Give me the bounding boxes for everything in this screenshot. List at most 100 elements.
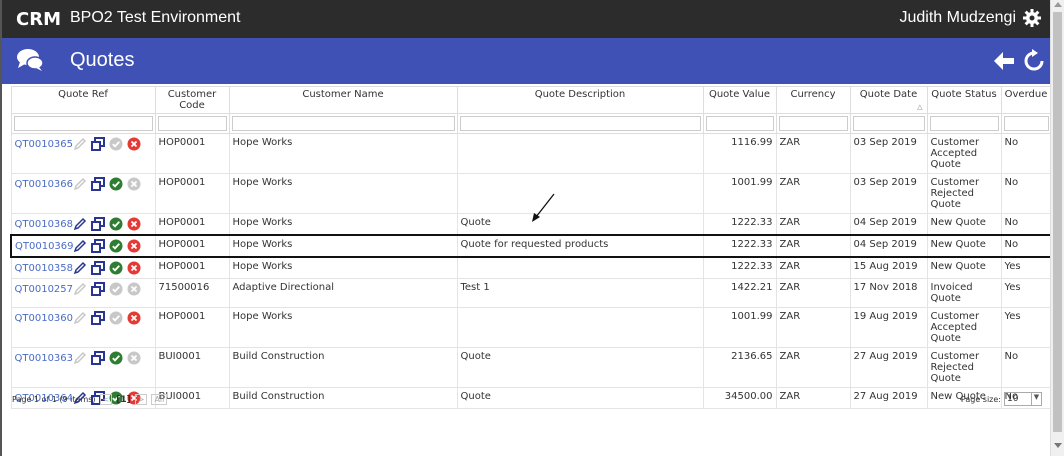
col-header-quote-date[interactable]: Quote Date △ xyxy=(849,86,928,114)
edit-pencil-icon xyxy=(73,351,86,365)
quote-description-cell: Test 1 xyxy=(456,278,704,308)
filter-input-customer-code[interactable] xyxy=(157,116,227,131)
reject-x-icon xyxy=(127,177,140,191)
edit-pencil-icon xyxy=(73,177,86,191)
table-row[interactable]: QT0010369 HOP0001 Hope Works Quote for requ… xyxy=(10,234,1052,258)
back-arrow-icon[interactable] xyxy=(992,49,1016,73)
currency-cell: ZAR xyxy=(775,173,851,214)
prev-page-button[interactable]: < xyxy=(99,394,113,405)
customer-name-cell: Hope Works xyxy=(228,256,458,279)
copy-icon[interactable] xyxy=(91,239,105,253)
overdue-cell: No xyxy=(1000,133,1052,174)
table-row[interactable]: QT0010360 HOP0001 Hope Works 1001.99 ZAR 19 A… xyxy=(10,307,1052,348)
copy-icon[interactable] xyxy=(90,137,105,151)
next-page-button[interactable]: > xyxy=(134,394,148,405)
quote-ref-cell: QT0010366 xyxy=(10,173,156,214)
filter-row xyxy=(10,113,1052,134)
customer-code-cell: HOP0001 xyxy=(154,234,230,258)
table-row[interactable]: QT0010363 BUI0001 Build Construction Quote 2… xyxy=(10,347,1052,388)
quote-date-cell: 27 Aug 2019 xyxy=(849,387,928,409)
quote-status-cell: Customer Accepted Quote xyxy=(926,307,1002,348)
accept-check-icon[interactable] xyxy=(109,217,123,231)
reject-x-icon[interactable] xyxy=(127,311,141,325)
customer-name-cell: Hope Works xyxy=(228,173,458,214)
accept-check-icon[interactable] xyxy=(109,177,123,191)
table-row[interactable]: QT0010257 71500016 Adaptive Directional Tes… xyxy=(10,278,1052,308)
col-header-currency[interactable]: Currency xyxy=(775,86,851,114)
col-header-quote-status[interactable]: Quote Status xyxy=(926,86,1002,114)
pager: Page 1 of 1 (9 items) < [1] > All xyxy=(12,394,168,405)
overdue-cell: No xyxy=(1000,173,1052,214)
copy-icon[interactable] xyxy=(90,311,105,325)
accept-check-icon[interactable] xyxy=(109,261,123,275)
crm-logo: CRM xyxy=(16,9,61,28)
user-name[interactable]: Judith Mudzengi xyxy=(899,9,1016,27)
refresh-icon[interactable] xyxy=(1023,49,1045,73)
page-size-select[interactable]: 10 ▼ xyxy=(1004,392,1042,406)
copy-icon[interactable] xyxy=(90,351,105,365)
quote-ref-link[interactable]: QT0010360 xyxy=(15,313,74,324)
scrollbar-thumb[interactable] xyxy=(1053,12,1062,432)
quote-value-cell: 34500.00 xyxy=(702,387,777,409)
reject-x-icon[interactable] xyxy=(127,217,141,231)
customer-code-cell: 71500016 xyxy=(154,278,230,308)
filter-input-overdue[interactable] xyxy=(1003,116,1049,131)
filter-cell xyxy=(775,113,851,134)
edit-pencil-icon[interactable] xyxy=(73,239,87,253)
quote-description-cell xyxy=(456,173,704,214)
vertical-scrollbar[interactable] xyxy=(1050,0,1064,456)
filter-input-quote-status[interactable] xyxy=(929,116,999,131)
quote-ref-link[interactable]: QT0010363 xyxy=(15,353,74,364)
col-header-overdue[interactable]: Overdue xyxy=(1000,86,1052,114)
app-title: BPO2 Test Environment xyxy=(70,9,241,26)
quote-ref-link[interactable]: QT0010358 xyxy=(15,263,74,274)
filter-input-currency[interactable] xyxy=(778,116,848,131)
quote-ref-link[interactable]: QT0010369 xyxy=(15,241,74,252)
copy-icon[interactable] xyxy=(90,261,105,275)
filter-input-quote-date[interactable] xyxy=(852,116,925,131)
reject-x-icon[interactable] xyxy=(127,239,141,253)
col-header-quote-description[interactable]: Quote Description xyxy=(456,86,704,114)
edit-pencil-icon[interactable] xyxy=(73,217,87,231)
quote-date-cell: 04 Sep 2019 xyxy=(849,213,928,236)
quote-date-cell: 04 Sep 2019 xyxy=(849,234,928,258)
col-header-quote-value[interactable]: Quote Value xyxy=(702,86,777,114)
col-header-quote-ref[interactable]: Quote Ref xyxy=(10,86,156,114)
table-row[interactable]: QT0010358 HOP0001 Hope Works 1222.33 ZAR 15 A… xyxy=(10,256,1052,279)
scroll-down-icon[interactable] xyxy=(1054,443,1062,448)
filter-cell xyxy=(228,113,458,134)
edit-pencil-icon xyxy=(73,137,86,151)
filter-input-quote-ref[interactable] xyxy=(13,116,153,131)
col-header-customer-code[interactable]: Customer Code xyxy=(154,86,230,114)
reject-x-icon[interactable] xyxy=(127,261,141,275)
page-size-control: Page size: 10 ▼ xyxy=(961,392,1042,406)
filter-input-customer-name[interactable] xyxy=(231,116,455,131)
quote-ref-link[interactable]: QT0010365 xyxy=(15,139,74,150)
quote-ref-link[interactable]: QT0010368 xyxy=(15,219,74,230)
chat-bubbles-icon xyxy=(17,49,44,71)
copy-icon[interactable] xyxy=(90,282,105,296)
quote-status-cell: Customer Rejected Quote xyxy=(926,173,1002,214)
filter-input-quote-value[interactable] xyxy=(705,116,774,131)
filter-input-quote-description[interactable] xyxy=(459,116,701,131)
accept-check-icon[interactable] xyxy=(109,239,123,253)
quote-status-cell: Invoiced Quote xyxy=(926,278,1002,308)
accept-check-icon xyxy=(109,137,122,151)
all-pages-button[interactable]: All xyxy=(151,394,168,405)
quote-ref-link[interactable]: QT0010257 xyxy=(15,284,74,295)
gear-icon[interactable] xyxy=(1022,8,1042,28)
copy-icon[interactable] xyxy=(90,217,105,231)
customer-name-cell: Hope Works xyxy=(228,213,458,236)
customer-code-cell: HOP0001 xyxy=(154,256,230,279)
customer-code-cell: HOP0001 xyxy=(154,133,230,174)
reject-x-icon[interactable] xyxy=(127,137,141,151)
copy-icon[interactable] xyxy=(90,177,105,191)
accept-check-icon[interactable] xyxy=(109,351,123,365)
table-row[interactable]: QT0010365 HOP0001 Hope Works 1116.99 ZAR 03 S… xyxy=(10,133,1052,174)
edit-pencil-icon[interactable] xyxy=(73,261,87,275)
filter-cell xyxy=(10,113,156,134)
scroll-up-icon[interactable] xyxy=(1054,2,1062,7)
customer-code-cell: HOP0001 xyxy=(154,213,230,236)
quote-ref-link[interactable]: QT0010366 xyxy=(15,179,74,190)
col-header-customer-name[interactable]: Customer Name xyxy=(228,86,458,114)
